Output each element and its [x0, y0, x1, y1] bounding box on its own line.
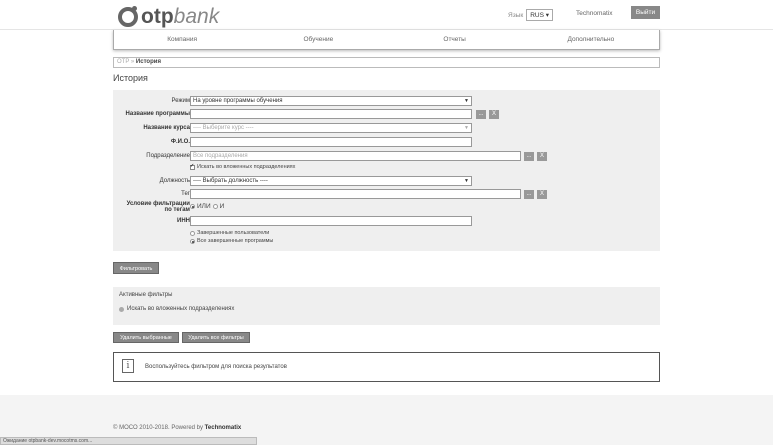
program-label: Название программы: [125, 111, 190, 117]
position-row: Должность ---- Выбрать должность ---- ▼: [113, 176, 660, 186]
or-label: ИЛИ: [197, 203, 211, 210]
completed-users-radio[interactable]: [190, 230, 195, 236]
or-radio[interactable]: [190, 204, 195, 209]
completed-users-label: Завершенные пользователи: [197, 230, 270, 236]
and-radio[interactable]: [212, 204, 218, 209]
tag-condition-radios: ИЛИ И: [190, 203, 224, 210]
breadcrumb-current: История: [135, 59, 161, 65]
breadcrumb-root[interactable]: OTP: [117, 59, 129, 65]
position-label: Должность: [159, 178, 190, 184]
chevron-down-icon: ▼: [464, 178, 469, 184]
info-icon: i: [122, 359, 134, 373]
tag-browse-button[interactable]: ...: [524, 189, 534, 199]
active-filter-item[interactable]: Искать во вложенных подразделениях: [119, 306, 234, 312]
course-label: Название курса: [143, 125, 190, 131]
breadcrumb: OTP » История: [113, 57, 660, 68]
active-filters-panel: Активные фильтры Искать во вложенных под…: [113, 287, 660, 325]
remove-filter-icon[interactable]: [119, 306, 124, 312]
course-placeholder: ---- Выберите курс ----: [193, 125, 254, 131]
browser-status-bar: Ожидание otpbank-dev.mocotms.com...: [0, 437, 257, 445]
course-select[interactable]: ---- Выберите курс ---- ▼: [190, 123, 472, 133]
mode-select[interactable]: На уровне программы обучения ▼: [190, 96, 472, 106]
all-completed-option: Все завершенные программы: [190, 238, 273, 244]
fio-row: Ф.И.О.: [113, 137, 660, 147]
otp-logo-icon: [118, 6, 138, 27]
tag-label: Тег: [181, 191, 190, 197]
info-box: i Воспользуйтесь фильтром для поиска рез…: [113, 352, 660, 382]
tag-clear-button[interactable]: X: [537, 189, 547, 199]
chevron-down-icon: ▼: [464, 98, 469, 104]
fio-label: Ф.И.О.: [170, 139, 190, 145]
language-value: RUS: [530, 12, 544, 19]
main-nav: Компания Обучение Отчеты Дополнительно: [113, 30, 660, 50]
footer-copyright: © МОСО 2010-2018. Powered by: [113, 425, 203, 431]
active-filters-title: Активные фильтры: [119, 292, 173, 298]
breadcrumb-separator: »: [130, 59, 135, 65]
footer-brand-link[interactable]: Technomatix: [205, 425, 242, 431]
nav-company[interactable]: Компания: [114, 36, 250, 43]
tag-condition-label: Условие фильтрации по тегам: [127, 201, 190, 213]
program-input[interactable]: [190, 109, 472, 119]
tag-row: Тег ... X: [113, 189, 660, 199]
program-clear-button[interactable]: X: [489, 109, 499, 119]
info-text: Воспользуйтесь фильтром для поиска резул…: [145, 364, 287, 370]
program-row: Название программы ... X: [113, 109, 660, 119]
dept-label: Подразделение: [146, 153, 190, 159]
filter-button[interactable]: Фильтровать: [113, 262, 159, 274]
all-completed-radio[interactable]: [190, 238, 195, 244]
inn-row: ИНН: [113, 216, 660, 226]
filter-panel: Режим На уровне программы обучения ▼ Назв…: [113, 90, 660, 251]
fio-input[interactable]: [190, 137, 472, 147]
language-switcher: Язык RUS ▾: [508, 9, 554, 21]
otpbank-logo[interactable]: otp bank: [118, 5, 219, 29]
course-row: Название курса ---- Выберите курс ---- ▼: [113, 123, 660, 133]
nav-reports[interactable]: Отчеты: [387, 36, 523, 43]
tag-condition-label-line2: по тегам: [164, 207, 190, 213]
footer: © МОСО 2010-2018. Powered by Technomatix: [113, 425, 660, 431]
all-completed-label: Все завершенные программы: [197, 238, 274, 244]
dept-clear-button[interactable]: X: [537, 151, 547, 161]
logo-text-otp: otp: [141, 5, 174, 28]
top-header: otp bank Язык RUS ▾ Technomatix Выйти: [0, 0, 773, 30]
language-label: Язык: [508, 11, 524, 19]
inn-input[interactable]: [190, 216, 472, 226]
delete-all-filters-button[interactable]: Удалить все фильтры: [182, 332, 250, 343]
page-title: История: [113, 73, 148, 83]
logout-button[interactable]: Выйти: [631, 6, 660, 19]
mode-label: Режим: [171, 98, 191, 104]
tag-input[interactable]: [190, 189, 521, 199]
position-select[interactable]: ---- Выбрать должность ---- ▼: [190, 176, 472, 186]
and-label: И: [219, 203, 225, 210]
nav-training[interactable]: Обучение: [250, 36, 386, 43]
chevron-down-icon: ▼: [464, 125, 469, 131]
dept-row: Подразделение Все подразделения ... X: [113, 151, 660, 161]
nested-dept-label: Искать во вложенных подразделениях: [197, 164, 296, 170]
position-value: ---- Выбрать должность ----: [193, 178, 268, 184]
mode-value: На уровне программы обучения: [193, 98, 283, 104]
dept-input[interactable]: Все подразделения: [190, 151, 521, 161]
active-filter-label: Искать во вложенных подразделениях: [127, 306, 235, 312]
delete-selected-button[interactable]: Удалить выбранные: [113, 332, 179, 343]
mode-row: Режим На уровне программы обучения ▼: [113, 96, 660, 106]
completed-users-option: Завершенные пользователи: [190, 230, 269, 236]
user-name[interactable]: Technomatix: [576, 10, 613, 17]
nested-dept-checkbox-row: Искать во вложенных подразделениях: [190, 163, 296, 170]
language-select[interactable]: RUS ▾: [526, 9, 554, 21]
nested-dept-checkbox[interactable]: [190, 163, 195, 170]
logo-text-bank: bank: [173, 5, 220, 28]
dept-browse-button[interactable]: ...: [524, 151, 534, 161]
program-browse-button[interactable]: ...: [476, 109, 486, 119]
inn-label: ИНН: [177, 218, 190, 224]
nav-additional[interactable]: Дополнительно: [523, 36, 659, 43]
